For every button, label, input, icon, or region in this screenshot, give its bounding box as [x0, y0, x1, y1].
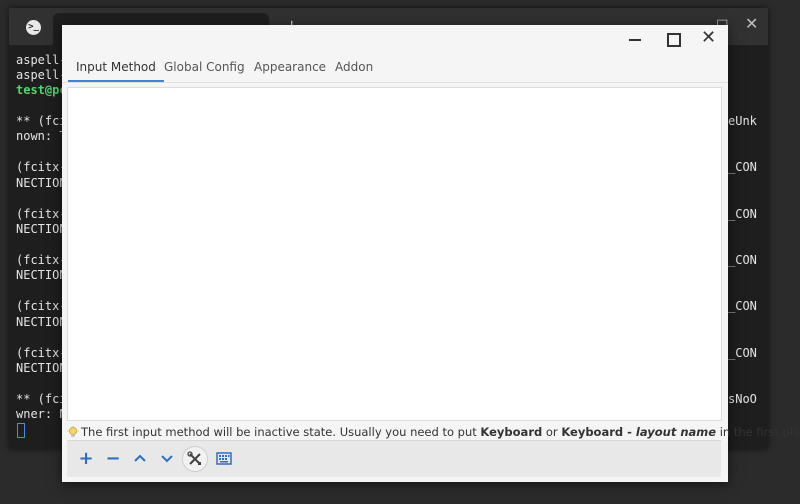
add-input-method-button[interactable]: + [73, 446, 99, 472]
lightbulb-icon [67, 426, 79, 438]
terminal-line: NECTION [16, 176, 67, 190]
tab-appearance[interactable]: Appearance [254, 53, 326, 81]
tools-icon [187, 451, 201, 465]
remove-input-method-button[interactable]: − [100, 446, 126, 472]
terminal-line: ** (fci [16, 114, 67, 128]
hint-middle: or [542, 425, 562, 439]
terminal-line-tail: eUnk [728, 114, 757, 128]
terminal-line: (fcitx- [16, 299, 67, 313]
terminal-logo-icon: >_ [26, 20, 41, 35]
hint-layout-name: layout name [635, 425, 717, 439]
terminal-line: aspell- [16, 53, 67, 67]
input-method-toolbar: + − [67, 440, 721, 477]
terminal-line-tail: sNoO [728, 392, 757, 406]
hint-prefix: The first input method will be inactive … [81, 425, 481, 439]
terminal-line: NECTION [16, 268, 67, 282]
terminal-line-tail: _CON [728, 299, 757, 313]
tab-addon[interactable]: Addon [335, 53, 373, 81]
maximize-button[interactable] [667, 33, 681, 47]
terminal-line: nown: T [16, 129, 67, 143]
minimize-button[interactable] [629, 39, 641, 41]
terminal-line: (fcitx- [16, 207, 67, 221]
terminal-line: wner: N [16, 407, 67, 421]
chevron-up-icon [134, 454, 146, 462]
keyboard-icon [216, 452, 232, 465]
terminal-line: (fcitx- [16, 253, 67, 267]
terminal-line: NECTION [16, 222, 67, 236]
terminal-line-tail: _CON [728, 346, 757, 360]
terminal-line: ** (fci [16, 392, 67, 406]
terminal-close-icon[interactable]: ✕ [745, 16, 758, 32]
hint-keyword: Keyboard [480, 425, 543, 439]
input-method-list[interactable] [67, 87, 722, 421]
terminal-line-tail: _CON [728, 253, 757, 267]
terminal-line: aspell- [16, 68, 67, 82]
move-down-button[interactable] [154, 446, 180, 472]
tab-separator [62, 82, 728, 83]
terminal-line: (fcitx- [16, 346, 67, 360]
terminal-line: NECTION [16, 315, 67, 329]
configure-input-method-button[interactable] [182, 446, 208, 472]
terminal-line: (fcitx- [16, 160, 67, 174]
terminal-line-tail: _CON [728, 160, 757, 174]
hint-suffix: in the first place. [719, 425, 800, 439]
chevron-down-icon [161, 455, 173, 463]
hint-text: The first input method will be inactive … [67, 424, 800, 440]
keyboard-layout-button[interactable] [211, 446, 237, 472]
terminal-prompt: test@pc [16, 83, 67, 97]
move-up-button[interactable] [127, 446, 153, 472]
tab-global-config[interactable]: Global Config [164, 53, 245, 81]
close-button[interactable]: ✕ [701, 29, 716, 47]
fcitx-config-dialog: ✕ Input Method Global Config Appearance … [62, 25, 800, 482]
terminal-line-tail: _CON [728, 207, 757, 221]
terminal-line: NECTION [16, 361, 67, 375]
hint-keyword-layout: Keyboard - [561, 425, 636, 439]
tab-input-method[interactable]: Input Method [68, 53, 164, 82]
terminal-cursor [17, 423, 25, 438]
